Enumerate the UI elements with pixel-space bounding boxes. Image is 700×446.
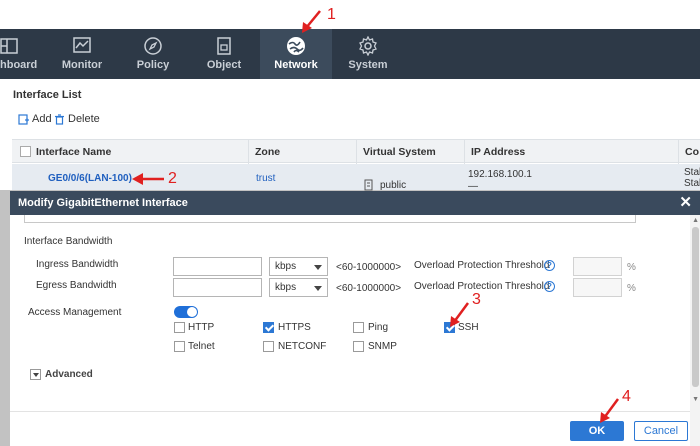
egress-bandwidth-input[interactable] <box>173 278 262 297</box>
table-row[interactable]: GE0/0/6(LAN-100) trust public 192.168.10… <box>12 164 700 192</box>
callout-arrow-4 <box>600 398 620 423</box>
add-icon <box>18 113 29 125</box>
nav-label-object: Object <box>206 59 242 71</box>
egress-percent: % <box>627 283 636 294</box>
dialog-footer-divider <box>10 411 690 412</box>
nav-system[interactable]: System <box>332 29 404 79</box>
add-button[interactable]: Add <box>18 113 52 125</box>
advanced-expand-icon[interactable] <box>30 369 41 380</box>
scroll-down-icon[interactable]: ▼ <box>692 396 699 403</box>
ingress-range-hint: <60-1000000> <box>336 262 402 273</box>
dialog-title: Modify GigabitEthernet Interface <box>18 197 188 209</box>
column-status[interactable]: Co <box>678 140 700 164</box>
column-ip-address[interactable]: IP Address <box>464 140 678 164</box>
telnet-label: Telnet <box>188 341 215 352</box>
add-label: Add <box>32 113 52 125</box>
https-checkbox[interactable] <box>263 322 274 333</box>
help-icon[interactable]: ? <box>544 260 555 271</box>
dashboard-icon <box>0 38 18 54</box>
ping-label: Ping <box>368 322 389 333</box>
delete-label: Delete <box>68 113 100 125</box>
callout-number-3: 3 <box>472 291 481 308</box>
telnet-checkbox[interactable] <box>174 341 185 352</box>
gear-icon <box>359 36 377 56</box>
column-interface-name[interactable]: Interface Name <box>12 140 248 164</box>
interface-bandwidth-heading: Interface Bandwidth <box>24 236 113 247</box>
ingress-threshold-input[interactable] <box>573 257 622 276</box>
toggle-knob <box>187 307 197 317</box>
top-nav-bar: hboard Monitor Policy Object Network Sys… <box>0 29 700 79</box>
monitor-icon <box>73 37 91 53</box>
dialog-header: Modify GigabitEthernet Interface ✕ <box>10 191 700 215</box>
egress-range-hint: <60-1000000> <box>336 283 402 294</box>
ingress-bandwidth-label: Ingress Bandwidth <box>36 259 119 270</box>
ingress-percent: % <box>627 262 636 273</box>
policy-icon <box>144 37 162 55</box>
nav-label-policy: Policy <box>136 59 170 71</box>
http-label: HTTP <box>188 322 215 333</box>
egress-bandwidth-label: Egress Bandwidth <box>36 280 117 291</box>
network-icon <box>287 37 305 55</box>
virtual-system-value: public <box>380 179 407 191</box>
snmp-label: SNMP <box>368 341 397 352</box>
ingress-overload-label: Overload Protection Threshold <box>414 260 550 271</box>
status-value-2: Stal <box>684 178 700 189</box>
snmp-checkbox[interactable] <box>353 341 364 352</box>
ping-checkbox[interactable] <box>353 322 364 333</box>
delete-button[interactable]: Delete <box>54 113 100 125</box>
nav-dashboard[interactable]: hboard <box>0 29 46 79</box>
nav-policy[interactable]: Policy <box>118 29 188 79</box>
interface-list-title: Interface List <box>13 89 82 101</box>
nav-label-dashboard: hboard <box>0 59 38 71</box>
egress-unit-select[interactable]: kbps <box>269 278 328 297</box>
http-checkbox[interactable] <box>174 322 185 333</box>
chevron-down-icon <box>314 286 322 291</box>
nav-label-system: System <box>348 59 388 71</box>
interface-toolbar: Add Delete <box>0 106 700 132</box>
callout-arrow-2 <box>132 173 164 185</box>
scroll-up-icon[interactable]: ▲ <box>692 217 699 224</box>
ingress-bandwidth-input[interactable] <box>173 257 262 276</box>
trash-icon <box>55 113 64 125</box>
column-zone[interactable]: Zone <box>248 140 356 164</box>
cancel-button[interactable]: Cancel <box>634 421 688 441</box>
ingress-unit-select[interactable]: kbps <box>269 257 328 276</box>
dialog-scrollbar-thumb[interactable] <box>692 227 699 387</box>
access-management-toggle[interactable] <box>174 306 198 318</box>
egress-unit-value: kbps <box>275 282 297 293</box>
nav-label-monitor: Monitor <box>61 59 103 71</box>
close-icon[interactable]: ✕ <box>679 191 692 215</box>
callout-number-4: 4 <box>622 388 631 405</box>
nav-object[interactable]: Object <box>188 29 260 79</box>
egress-threshold-input[interactable] <box>573 278 622 297</box>
column-virtual-system[interactable]: Virtual System <box>356 140 464 164</box>
access-management-label: Access Management <box>28 307 122 318</box>
https-label: HTTPS <box>278 322 311 333</box>
egress-overload-label: Overload Protection Threshold <box>414 281 550 292</box>
chevron-down-icon <box>314 265 322 270</box>
previous-field-box <box>24 215 636 223</box>
object-icon <box>217 37 231 55</box>
callout-arrow-3 <box>450 302 470 327</box>
netconf-label: NETCONF <box>278 341 327 352</box>
netconf-checkbox[interactable] <box>263 341 274 352</box>
callout-number-2: 2 <box>168 170 177 187</box>
callout-arrow-1 <box>302 10 321 33</box>
ip-address-value: 192.168.100.1 <box>468 169 532 180</box>
ingress-unit-value: kbps <box>275 261 297 272</box>
callout-number-1: 1 <box>327 6 336 23</box>
nav-label-network: Network <box>274 59 318 71</box>
advanced-label[interactable]: Advanced <box>45 369 93 380</box>
nav-monitor[interactable]: Monitor <box>46 29 118 79</box>
table-header: Interface Name Zone Virtual System IP Ad… <box>12 139 700 164</box>
status-value-1: Stal <box>684 167 700 178</box>
help-icon[interactable]: ? <box>544 281 555 292</box>
